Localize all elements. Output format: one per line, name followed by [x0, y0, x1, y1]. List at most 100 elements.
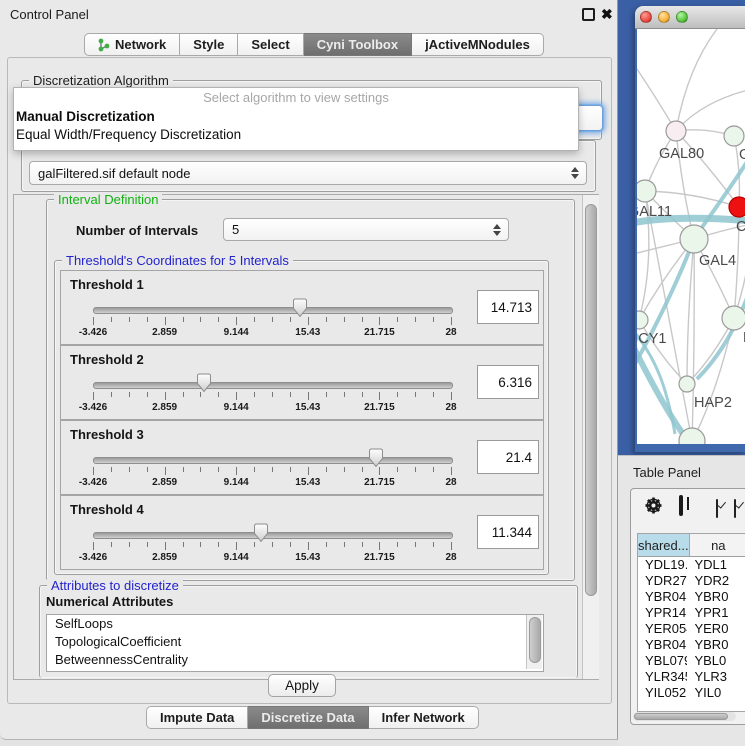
threshold-slider-handle[interactable] — [253, 523, 269, 548]
interval-definition-title: Interval Definition — [54, 192, 162, 207]
checkbox-checked-icon[interactable] — [734, 499, 736, 518]
slider-tick — [433, 392, 434, 397]
table-cell: YDR27... — [638, 573, 687, 589]
slider-tick-label: 28 — [445, 402, 456, 413]
threshold-slider-handle[interactable] — [196, 373, 212, 398]
threshold-value-field[interactable] — [477, 290, 539, 324]
split-pane-icon[interactable] — [679, 495, 683, 516]
table-row[interactable]: YDR27...YDR2 — [638, 573, 745, 589]
checkbox-checked-icon[interactable] — [716, 499, 718, 518]
slider-tick — [129, 542, 130, 547]
network-view-window: GAL80GACGAL11GAL4GCY1HHAP2 — [635, 6, 745, 452]
apply-button[interactable]: Apply — [268, 674, 336, 697]
table-row[interactable]: YBL079WYBL0 — [638, 653, 745, 669]
slider-tick — [362, 317, 363, 322]
slider-tick — [415, 467, 416, 472]
zoom-traffic-light-icon[interactable] — [676, 11, 688, 23]
bottom-tab-infer-network[interactable]: Infer Network — [369, 706, 479, 729]
minimize-traffic-light-icon[interactable] — [658, 11, 670, 23]
threshold-panel-4: Threshold 4-3.4262.8599.14415.4321.71528 — [60, 495, 544, 570]
network-node-GAL4[interactable] — [680, 225, 708, 253]
slider-tick — [236, 317, 237, 325]
table-row[interactable]: YPR145WYPR1 — [638, 605, 745, 621]
slider-tick — [272, 392, 273, 397]
gear-icon[interactable] — [645, 497, 662, 519]
column-header-shared-name[interactable]: shared... — [638, 534, 690, 556]
table-cell: YDL19... — [638, 557, 687, 573]
viewport-scrollbar[interactable] — [582, 195, 599, 679]
table-row[interactable]: YDL19...YDL1 — [638, 557, 745, 573]
table-row[interactable]: YBR045CYBR0 — [638, 637, 745, 653]
threshold-slider-track[interactable] — [93, 307, 453, 314]
panel-title: Control Panel — [10, 7, 89, 22]
slider-tick — [290, 392, 291, 397]
table-cell: YPR145W — [638, 605, 687, 621]
slider-tick-label: 21.715 — [364, 402, 395, 413]
threshold-slider-handle[interactable] — [368, 448, 384, 473]
threshold-value-field[interactable] — [477, 515, 539, 549]
slider-tick — [111, 467, 112, 472]
table-row[interactable]: YIL052CYIL0 — [638, 685, 745, 701]
network-node-GAL11[interactable] — [637, 180, 656, 202]
network-node-GAL80[interactable] — [666, 121, 686, 141]
network-node-red-node[interactable] — [729, 197, 745, 217]
tab-label: Style — [193, 37, 224, 52]
tab-select[interactable]: Select — [238, 33, 303, 56]
close-icon[interactable]: ✖ — [601, 8, 613, 20]
network-node-GCY1[interactable] — [637, 311, 648, 329]
close-traffic-light-icon[interactable] — [640, 11, 652, 23]
attribute-list-item[interactable]: TopologicalCoefficient — [47, 633, 543, 651]
table-data-combo[interactable]: galFiltered.sif default node — [29, 161, 587, 185]
table-horizontal-scrollbar[interactable] — [633, 712, 736, 721]
table-row[interactable]: YBR043CYBR0 — [638, 589, 745, 605]
slider-tick — [451, 392, 452, 400]
table-row[interactable]: YLR345WYLR3 — [638, 669, 745, 685]
network-edge[interactable] — [676, 89, 745, 131]
slider-tick — [326, 467, 327, 472]
attributes-scrollbar[interactable] — [526, 615, 542, 669]
slider-tick-label: 9.144 — [224, 477, 249, 488]
threshold-slider-track[interactable] — [93, 382, 453, 389]
threshold-value-field[interactable] — [477, 365, 539, 399]
table-cell: YIL052C — [638, 685, 687, 701]
bottom-tab-discretize-data[interactable]: Discretize Data — [248, 706, 368, 729]
threshold-slider-track[interactable] — [93, 532, 453, 539]
slider-tick — [200, 467, 201, 472]
tab-style[interactable]: Style — [180, 33, 238, 56]
tab-network[interactable]: Network — [84, 33, 180, 56]
popup-item-equal-width[interactable]: Equal Width/Frequency Discretization — [14, 126, 578, 144]
network-window-titlebar[interactable] — [635, 6, 745, 29]
table-row[interactable]: YER054CYER0 — [638, 621, 745, 637]
attribute-list-item[interactable]: BetweennessCentrality — [47, 651, 543, 669]
tab-jactivemnodules[interactable]: jActiveMNodules — [412, 33, 544, 56]
network-canvas[interactable]: GAL80GACGAL11GAL4GCY1HHAP2 — [637, 29, 745, 444]
network-edge[interactable] — [687, 239, 694, 384]
network-node-GAL-right[interactable] — [724, 126, 744, 146]
tab-cyni-toolbox[interactable]: Cyni Toolbox — [304, 33, 412, 56]
bottom-tab-bar: Impute DataDiscretize DataInfer Network — [146, 706, 479, 729]
slider-tick — [254, 392, 255, 397]
network-node-label: GAL4 — [699, 253, 736, 269]
table-cell: YBR0 — [687, 637, 745, 653]
network-node-H-node[interactable] — [722, 306, 745, 330]
network-edge[interactable] — [637, 69, 676, 131]
float-window-icon[interactable] — [582, 8, 595, 21]
column-header-name[interactable]: na — [690, 534, 745, 556]
slider-tick — [236, 467, 237, 475]
bottom-tab-impute-data[interactable]: Impute Data — [146, 706, 248, 729]
threshold-slider-track[interactable] — [93, 457, 453, 464]
discretization-algorithm-title: Discretization Algorithm — [29, 73, 173, 88]
tab-label: Select — [251, 37, 289, 52]
attribute-list-item[interactable]: SelfLoops — [47, 615, 543, 633]
threshold-value-field[interactable] — [477, 440, 539, 474]
network-edge[interactable] — [676, 29, 717, 131]
threshold-panel-3: Threshold 3-3.4262.8599.14415.4321.71528 — [60, 420, 544, 495]
threshold-label: Threshold 4 — [70, 502, 144, 517]
popup-item-manual-discretization[interactable]: Manual Discretization — [14, 108, 578, 126]
threshold-slider-handle[interactable] — [292, 298, 308, 323]
slider-tick — [111, 317, 112, 322]
slider-tick — [344, 467, 345, 472]
network-node-HAP2[interactable] — [679, 376, 695, 392]
slider-tick — [111, 542, 112, 547]
num-intervals-combo[interactable]: 5 — [223, 218, 509, 241]
